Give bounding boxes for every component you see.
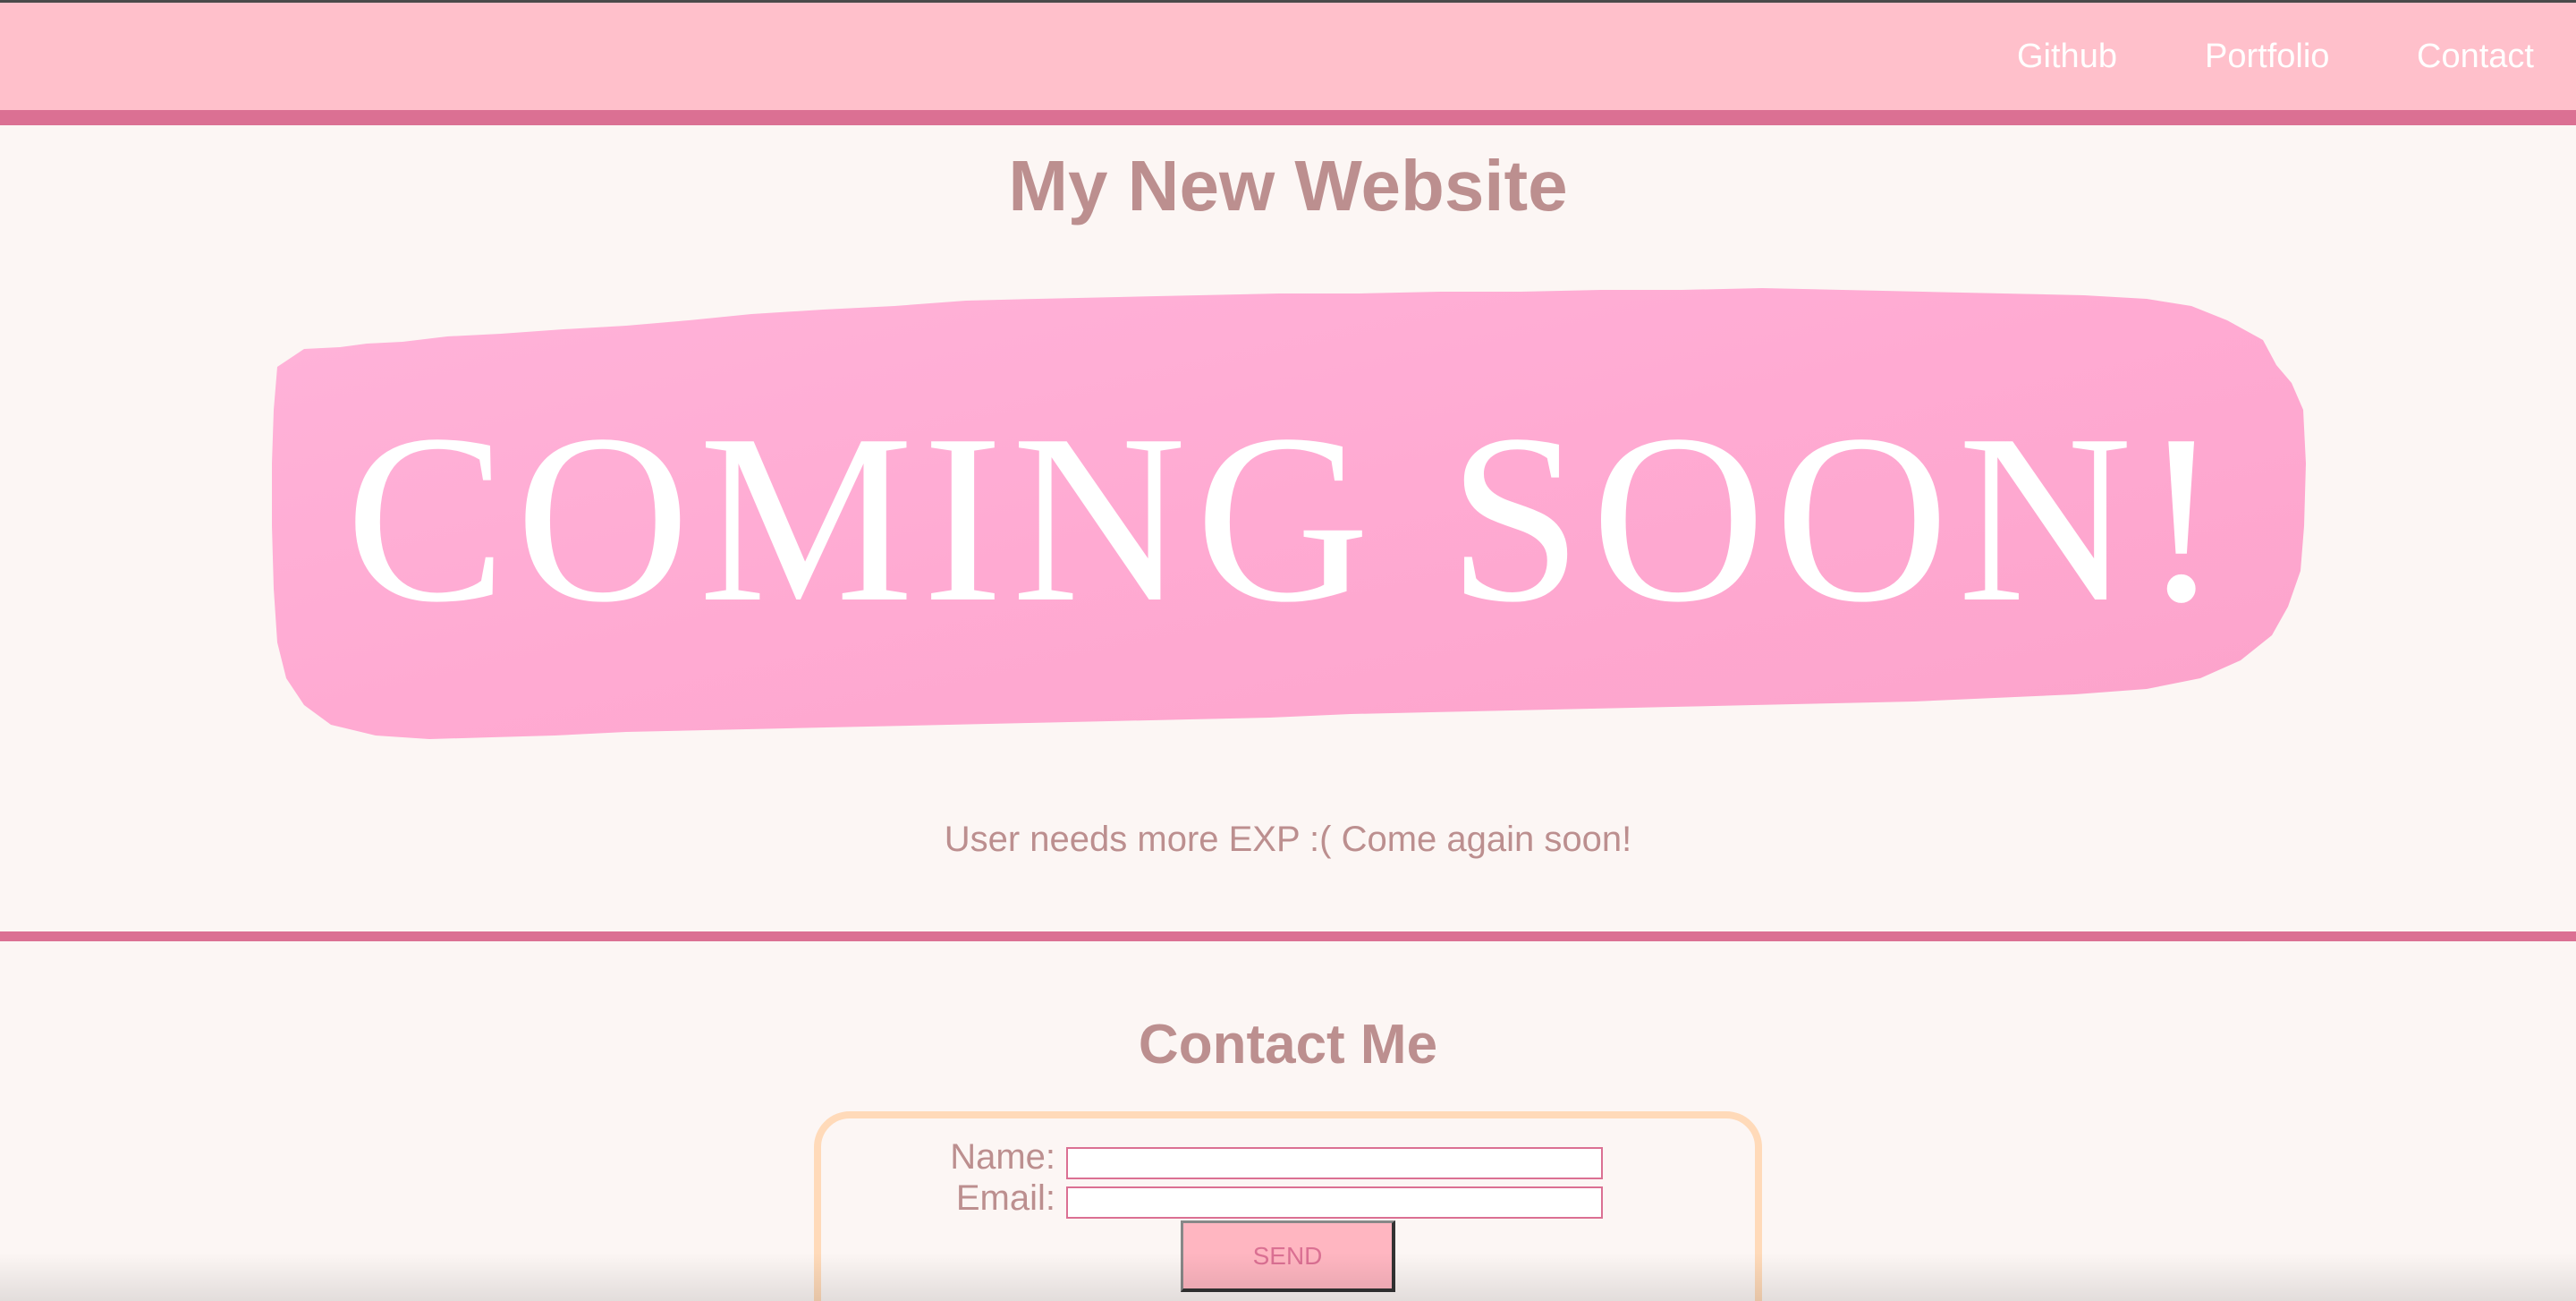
email-field[interactable] bbox=[1066, 1186, 1603, 1219]
navbar: Github Portfolio Contact bbox=[0, 3, 2576, 110]
send-button[interactable]: SEND bbox=[1181, 1220, 1395, 1292]
nav-link-portfolio[interactable]: Portfolio bbox=[2205, 35, 2329, 78]
banner-text: COMING SOON! bbox=[345, 385, 2231, 652]
tagline: User needs more EXP :( Come again soon! bbox=[944, 820, 1632, 859]
section-divider bbox=[0, 931, 2576, 941]
coming-soon-banner: COMING SOON! bbox=[268, 285, 2308, 759]
page-title: My New Website bbox=[1008, 146, 1568, 225]
contact-heading: Contact Me bbox=[1138, 1014, 1438, 1076]
name-label: Name: bbox=[950, 1137, 1055, 1177]
brush-stroke-image: COMING SOON! bbox=[272, 288, 2306, 739]
email-label: Email: bbox=[955, 1178, 1055, 1218]
nav-link-contact[interactable]: Contact bbox=[2417, 35, 2534, 78]
nav-link-github[interactable]: Github bbox=[2017, 35, 2117, 78]
page: Github Portfolio Contact My New Website … bbox=[0, 0, 2576, 1301]
navbar-border bbox=[0, 110, 2576, 125]
name-field[interactable] bbox=[1066, 1147, 1603, 1179]
